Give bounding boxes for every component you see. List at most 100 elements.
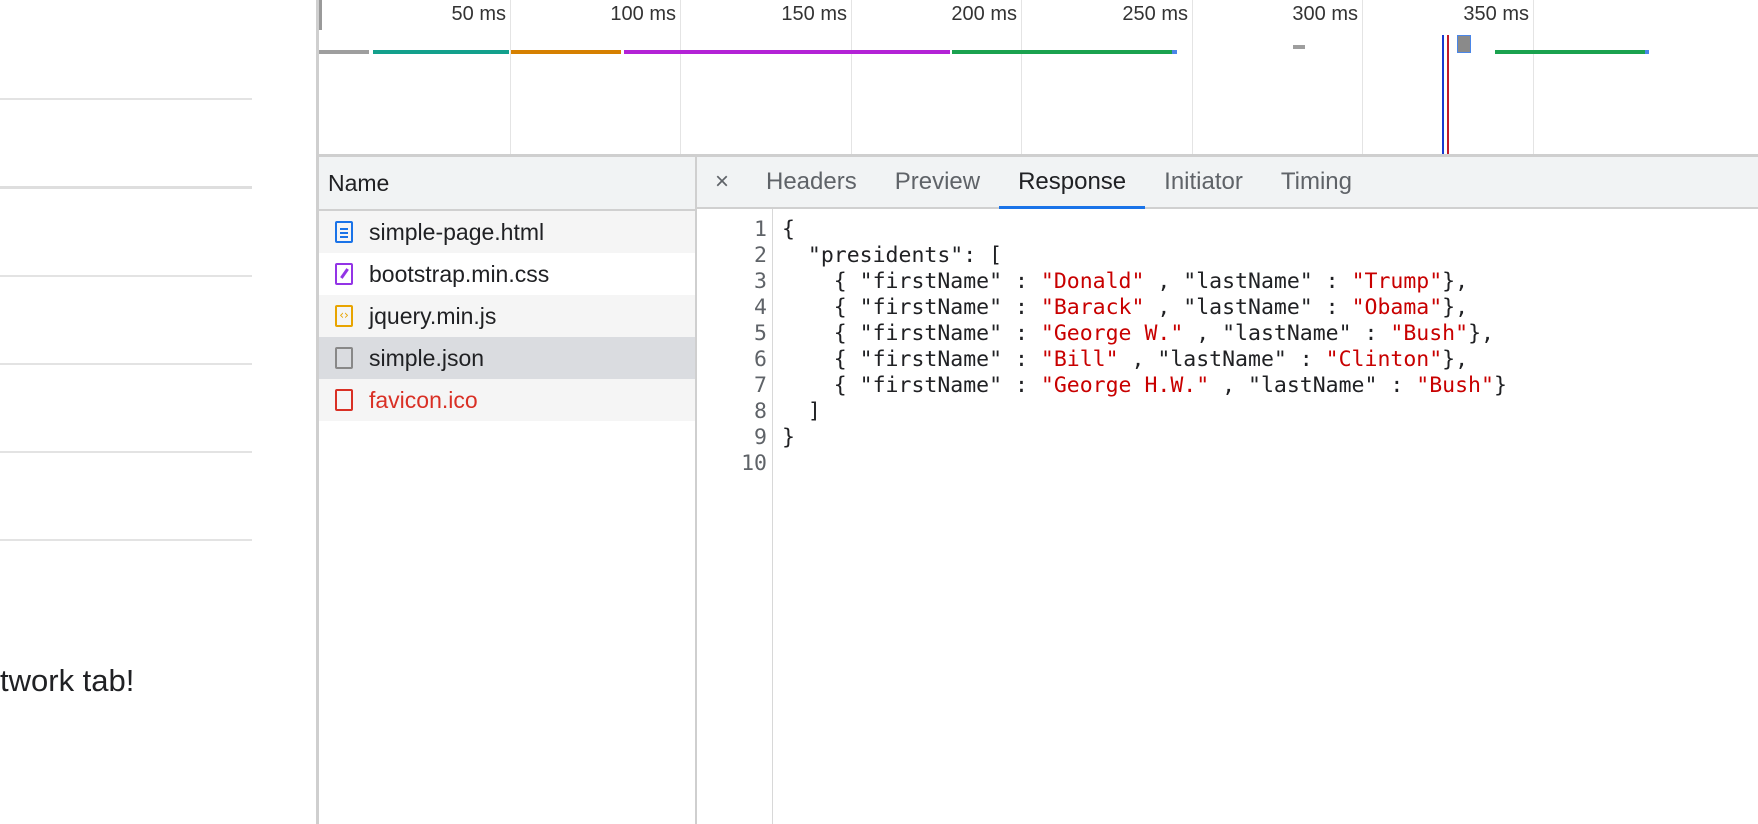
json-string-token: "George W." [1040,321,1184,346]
response-code-line: { [782,217,795,243]
request-row[interactable]: favicon.ico [319,379,695,421]
waterfall-bar-download [952,50,1172,54]
waterfall-bar-stalled [319,50,369,54]
tab-preview[interactable]: Preview [876,157,999,207]
page-text: twork tab! [0,663,135,698]
json-string-token: "Bill" [1040,347,1119,372]
json-token: }, [1442,347,1469,372]
stylesheet-icon [335,263,353,285]
json-string-token: "Barack" [1040,295,1145,320]
json-token: , "lastName" : [1144,295,1352,320]
json-token: } [782,425,795,450]
line-number: 8 [754,399,767,424]
close-icon[interactable]: × [697,157,747,207]
timeline-tick-label: 200 ms [951,3,1017,25]
page-divider [0,98,252,100]
request-list: Name simple-page.html bootstrap.min.css jq… [319,157,697,824]
json-token: { [782,217,795,242]
waterfall-bar-end [1172,50,1177,54]
json-token: { "firstName" : [782,347,1041,372]
line-number-gutter: 1 2 3 4 5 6 7 8 9 10 [697,209,773,824]
timeline-tick-label: 350 ms [1463,3,1529,25]
load-event-marker [1447,35,1449,155]
request-row[interactable]: jquery.min.js [319,295,695,337]
json-token: }, [1442,295,1469,320]
timeline-gridline [680,0,681,155]
json-string-token: "Donald" [1040,269,1145,294]
timeline-tick-label: 50 ms [451,3,506,25]
response-code-line: { "firstName" : "George W." , "lastName"… [782,321,1494,347]
json-token: , "lastName" : [1118,347,1326,372]
json-token: "presidents": [ [782,243,1003,268]
response-code-line: { "firstName" : "Bill" , "lastName" : "C… [782,347,1468,373]
json-string-token: "Bush" [1416,373,1494,398]
tab-timing[interactable]: Timing [1262,157,1371,207]
request-name: bootstrap.min.css [369,260,550,287]
timeline-gridline [1021,0,1022,155]
request-name: simple-page.html [369,218,545,245]
json-token: { "firstName" : [782,321,1041,346]
timeline-gridline [510,0,511,155]
waterfall-bar-download [624,50,950,54]
script-icon [335,305,353,327]
detail-tab-bar: × Headers Preview Response Initiator Timing [697,157,1758,209]
waterfall-bar-waiting [511,50,621,54]
waterfall-bar-end [1645,50,1649,54]
request-row[interactable]: bootstrap.min.css [319,253,695,295]
request-name: simple.json [369,344,485,371]
json-token: , "lastName" : [1144,269,1352,294]
network-overview[interactable]: 50 ms 100 ms 150 ms 200 ms 250 ms 300 ms 350 m… [319,0,1758,155]
request-name: jquery.min.js [369,302,497,329]
response-code-line: { "firstName" : "Barack" , "lastName" : … [782,295,1468,321]
request-detail-panel: × Headers Preview Response Initiator Timing … [697,157,1758,824]
json-token: } [1493,373,1507,398]
response-code-line: } [782,425,795,451]
response-code-line: { "firstName" : "George H.W." , "lastNam… [782,373,1507,399]
json-string-token: "Clinton" [1325,347,1443,372]
json-token: { "firstName" : [782,373,1041,398]
overview-selection-handle[interactable] [319,0,322,30]
page-divider [0,363,252,365]
request-row[interactable]: simple-page.html [319,211,695,253]
line-number: 7 [754,373,767,398]
page-viewport: twork tab! [0,0,317,824]
json-token: }, [1468,321,1494,346]
page-divider [0,275,252,277]
page-divider [0,186,252,189]
file-icon [335,347,353,369]
timeline-tick-label: 300 ms [1292,3,1358,25]
page-divider [0,451,252,453]
name-column-header[interactable]: Name [319,157,695,211]
line-number: 1 [754,217,767,242]
line-number: 5 [754,321,767,346]
line-number: 2 [754,243,767,268]
timeline-gridline [1533,0,1534,155]
timeline-tick-label: 150 ms [781,3,847,25]
timeline-gridline [1362,0,1363,155]
page-divider [0,539,252,541]
response-code-line: "presidents": [ [782,243,1002,269]
domcontentloaded-marker [1442,35,1444,155]
json-token: ] [782,399,821,424]
json-token: }, [1442,269,1469,294]
tab-response[interactable]: Response [999,157,1146,209]
request-row[interactable]: simple.json [319,337,695,379]
json-string-token: "Obama" [1351,295,1443,320]
response-code-line: { "firstName" : "Donald" , "lastName" : … [782,269,1468,295]
request-name: favicon.ico [369,386,478,413]
tab-initiator[interactable]: Initiator [1145,157,1262,207]
waterfall-bar-download [1495,50,1645,54]
json-token: , "lastName" : [1209,373,1417,398]
response-code-line: ] [782,399,821,425]
json-string-token: "George H.W." [1040,373,1210,398]
timeline-gridline [1192,0,1193,155]
response-viewer[interactable]: 1 2 3 4 5 6 7 8 9 10 { "presidents": [ { "firstNa… [697,209,1758,824]
json-token: { "firstName" : [782,269,1041,294]
line-number: 9 [754,425,767,450]
json-token: { "firstName" : [782,295,1041,320]
tab-headers[interactable]: Headers [747,157,876,207]
json-token: , "lastName" : [1183,321,1391,346]
timeline-tick-label: 100 ms [610,3,676,25]
timeline-gridline [851,0,852,155]
line-number: 3 [754,269,767,294]
